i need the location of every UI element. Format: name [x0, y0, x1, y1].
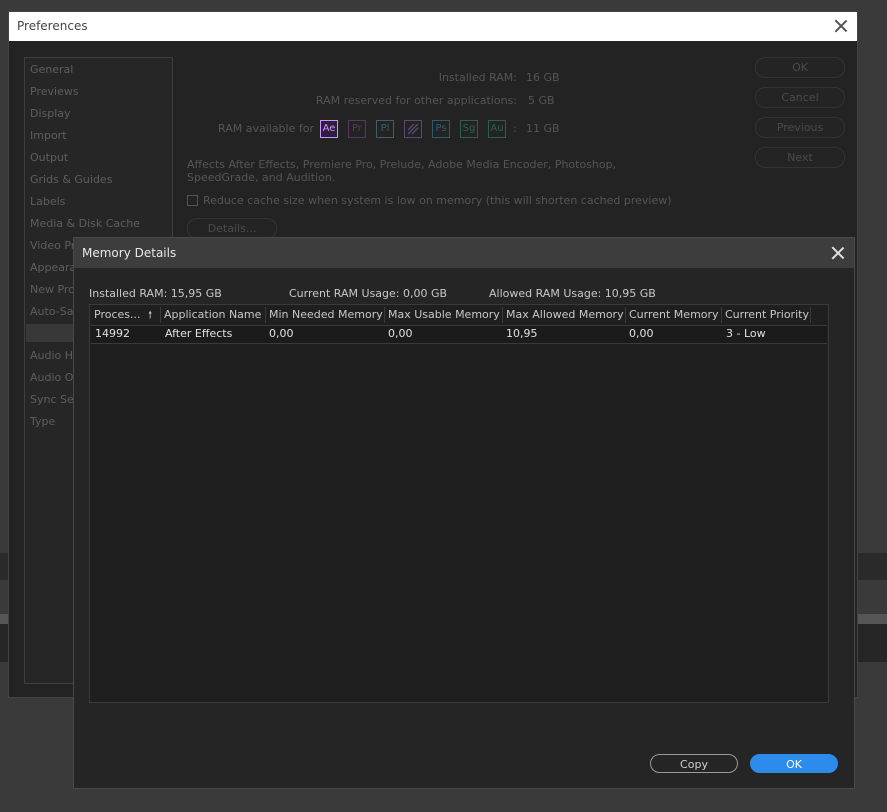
reserved-ram-value[interactable]: 5 GB	[528, 94, 555, 107]
installed-ram-summary: Installed RAM: 15,95 GB	[89, 287, 222, 300]
column-header-min-needed-memory[interactable]: Min Needed Memory	[269, 308, 383, 321]
column-header-application-name[interactable]: Application Name	[164, 308, 261, 321]
sidebar-item-previews[interactable]: Previews	[30, 85, 79, 103]
memory-details-dialog: Memory Details Installed RAM: 15,95 GB C…	[73, 237, 855, 789]
sidebar-item-media-disk-cache[interactable]: Media & Disk Cache	[30, 217, 140, 235]
column-divider[interactable]	[502, 307, 503, 323]
current-ram-usage-summary: Current RAM Usage: 0,00 GB	[289, 287, 448, 300]
media-encoder-icon	[404, 120, 422, 138]
ram-available-value: 11 GB	[526, 122, 560, 135]
column-header-current-priority[interactable]: Current Priority	[725, 308, 809, 321]
column-header-current-memory[interactable]: Current Memory	[629, 308, 719, 321]
affects-text-line1: Affects After Effects, Premiere Pro, Pre…	[187, 158, 617, 171]
sidebar-item-type[interactable]: Type	[30, 415, 55, 433]
reserved-ram-label: RAM reserved for other applications:	[315, 94, 517, 107]
sidebar-item-video-preview[interactable]: Video Pr	[30, 239, 75, 257]
memory-table: Proces... 🠕 Application Name Min Needed …	[89, 304, 829, 703]
table-row[interactable]: 14992 After Effects 0,00 0,00 10,95 0,00…	[91, 325, 827, 344]
column-header-max-usable-memory[interactable]: Max Usable Memory	[388, 308, 500, 321]
column-divider[interactable]	[721, 307, 722, 323]
sidebar-item-general[interactable]: General	[30, 63, 73, 81]
preferences-titlebar: Preferences	[9, 12, 857, 41]
affects-text-line2: SpeedGrade, and Audition.	[187, 171, 336, 184]
column-header-process[interactable]: Proces...	[94, 308, 141, 321]
column-divider[interactable]	[265, 307, 266, 323]
audition-icon: Au	[488, 120, 506, 138]
column-divider[interactable]	[160, 307, 161, 323]
ram-available-label: RAM available for	[218, 122, 314, 135]
cell-current-priority: 3 - Low	[726, 327, 766, 340]
cell-current-memory: 0,00	[629, 327, 654, 340]
reduce-cache-checkbox[interactable]	[187, 195, 198, 206]
sidebar-item-new-project[interactable]: New Proj	[30, 283, 78, 301]
preferences-title: Preferences	[17, 19, 88, 33]
sidebar-item-output[interactable]: Output	[30, 151, 68, 169]
sidebar-item-import[interactable]: Import	[30, 129, 67, 147]
ok-button[interactable]: OK	[755, 57, 845, 78]
sidebar-item-appearance[interactable]: Appeara	[30, 261, 76, 279]
allowed-ram-usage-summary: Allowed RAM Usage: 10,95 GB	[489, 287, 656, 300]
next-button[interactable]: Next	[755, 147, 845, 168]
sidebar-item-labels[interactable]: Labels	[30, 195, 65, 213]
memory-details-title: Memory Details	[82, 246, 177, 260]
installed-ram-label: Installed RAM:	[438, 71, 517, 84]
cell-min-needed-memory: 0,00	[269, 327, 294, 340]
sort-ascending-icon[interactable]: 🠕	[148, 308, 152, 325]
copy-button[interactable]: Copy	[650, 754, 738, 773]
reduce-cache-label: Reduce cache size when system is low on …	[203, 194, 672, 207]
memory-details-titlebar: Memory Details	[74, 238, 854, 268]
details-button[interactable]: Details...	[187, 218, 277, 239]
column-divider[interactable]	[810, 307, 811, 323]
cell-process-id: 14992	[95, 327, 130, 340]
installed-ram-value: 16 GB	[526, 71, 560, 84]
close-icon[interactable]	[834, 19, 848, 33]
column-divider[interactable]	[384, 307, 385, 323]
colon-separator: :	[513, 122, 517, 135]
column-header-max-allowed-memory[interactable]: Max Allowed Memory	[506, 308, 624, 321]
sidebar-item-grids-guides[interactable]: Grids & Guides	[30, 173, 112, 191]
cancel-button[interactable]: Cancel	[755, 87, 845, 108]
cell-max-allowed-memory: 10,95	[506, 327, 538, 340]
close-icon[interactable]	[831, 246, 845, 260]
after-effects-icon: Ae	[320, 120, 338, 138]
cell-application-name: After Effects	[165, 327, 233, 340]
sidebar-item-display[interactable]: Display	[30, 107, 71, 125]
column-divider[interactable]	[625, 307, 626, 323]
cell-max-usable-memory: 0,00	[388, 327, 413, 340]
photoshop-icon: Ps	[432, 120, 450, 138]
prelude-icon: Pl	[376, 120, 394, 138]
premiere-pro-icon: Pr	[348, 120, 366, 138]
table-header: Proces... 🠕 Application Name Min Needed …	[90, 305, 828, 325]
speedgrade-icon: Sg	[460, 120, 478, 138]
ok-button[interactable]: OK	[750, 754, 838, 773]
previous-button[interactable]: Previous	[755, 117, 845, 138]
